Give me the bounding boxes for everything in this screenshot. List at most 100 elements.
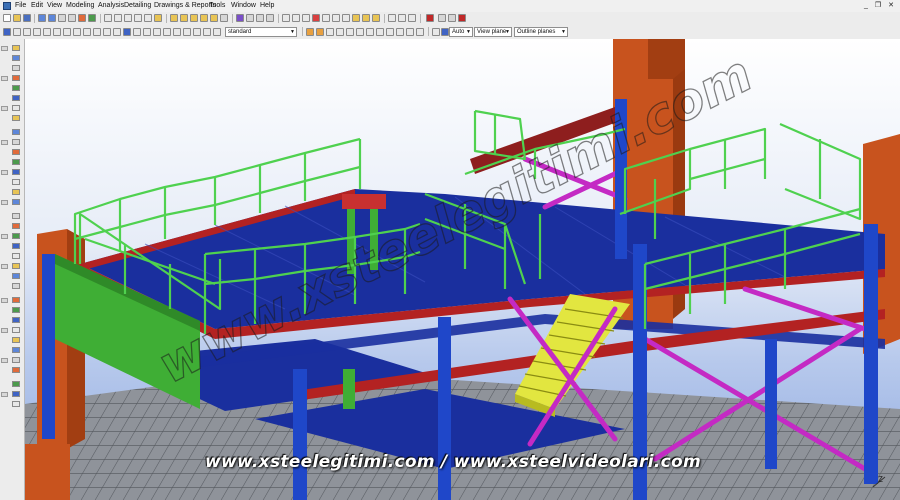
modeling-tool-icon[interactable] [12,243,20,249]
view-icon[interactable] [104,14,112,22]
delete-icon[interactable] [78,14,86,22]
snap-icon[interactable] [356,28,364,36]
minimize-icon[interactable]: _ [861,1,871,10]
modeling-tool-icon[interactable] [12,253,20,259]
modeling-tool-icon[interactable] [12,105,20,111]
modeling-tool-icon[interactable] [12,367,20,373]
snap-icon[interactable] [366,28,374,36]
select-icon[interactable] [203,28,211,36]
tool-icon[interactable] [352,14,360,22]
select-icon[interactable] [63,28,71,36]
menu-file[interactable]: File [13,0,28,12]
select-icon[interactable] [3,28,11,36]
measure-icon[interactable] [302,14,310,22]
numbering-icon[interactable] [88,14,96,22]
tool-icon[interactable] [322,14,330,22]
plane-dropdown[interactable]: View plane ▼ [474,27,512,37]
menu-window[interactable]: Window [229,0,258,12]
app-icon[interactable] [3,2,11,10]
drawing-icon[interactable] [180,14,188,22]
modeling-tool-icon[interactable] [12,223,20,229]
drawing-icon[interactable] [210,14,218,22]
modeling-tool-icon[interactable] [12,317,20,323]
tool-icon[interactable] [398,14,406,22]
modeling-tool-icon[interactable] [12,347,20,353]
modeling-tool-icon[interactable] [12,213,20,219]
select-icon[interactable] [13,28,21,36]
modeling-tool-icon[interactable] [12,115,20,121]
snap-mode-dropdown[interactable]: Auto ▼ [449,27,473,37]
modeling-tool-icon[interactable] [12,95,20,101]
measure-icon[interactable] [282,14,290,22]
select-icon[interactable] [83,28,91,36]
modeling-tool-icon[interactable] [12,149,20,155]
select-icon[interactable] [23,28,31,36]
snap-icon[interactable] [432,28,440,36]
modeling-tool-icon[interactable] [12,55,20,61]
redo-icon[interactable] [48,14,56,22]
tool-icon[interactable] [408,14,416,22]
select-icon[interactable] [193,28,201,36]
snap-icon[interactable] [396,28,404,36]
save-icon[interactable] [23,14,31,22]
cut-icon[interactable] [58,14,66,22]
snap-icon[interactable] [306,28,314,36]
snap-icon[interactable] [376,28,384,36]
modeling-tool-icon[interactable] [12,189,20,195]
tool-icon[interactable] [458,14,466,22]
tool-icon[interactable] [388,14,396,22]
tool-icon[interactable] [236,14,244,22]
tool-icon[interactable] [448,14,456,22]
select-icon[interactable] [103,28,111,36]
3d-model-view[interactable]: www.xsteelegitimi.com Z [25,39,900,500]
measure-icon[interactable] [292,14,300,22]
tool-icon[interactable] [372,14,380,22]
view-icon[interactable] [144,14,152,22]
undo-icon[interactable] [38,14,46,22]
snap-icon[interactable] [346,28,354,36]
modeling-tool-icon[interactable] [12,169,20,175]
modeling-tool-icon[interactable] [12,263,20,269]
tool-icon[interactable] [362,14,370,22]
modeling-tool-icon[interactable] [12,391,20,397]
open-icon[interactable] [13,14,21,22]
select-icon[interactable] [133,28,141,36]
select-icon[interactable] [113,28,121,36]
menu-tools[interactable]: Tools [207,0,227,12]
modeling-tool-icon[interactable] [12,401,20,407]
modeling-tool-icon[interactable] [12,327,20,333]
copy-icon[interactable] [68,14,76,22]
modeling-tool-icon[interactable] [12,337,20,343]
snap-icon[interactable] [416,28,424,36]
select-icon[interactable] [33,28,41,36]
modeling-tool-icon[interactable] [12,307,20,313]
menu-detailing[interactable]: Detailing [122,0,153,12]
modeling-tool-icon[interactable] [12,179,20,185]
modeling-tool-icon[interactable] [12,129,20,135]
select-icon[interactable] [173,28,181,36]
select-icon[interactable] [153,28,161,36]
modeling-tool-icon[interactable] [12,85,20,91]
menu-view[interactable]: View [45,0,64,12]
menu-help[interactable]: Help [258,0,276,12]
select-icon[interactable] [43,28,51,36]
selection-filter-dropdown[interactable]: standard ▼ [225,27,297,37]
modeling-tool-icon[interactable] [12,199,20,205]
model-viewport[interactable]: www.xsteelegitimi.com Z [25,39,900,500]
modeling-tool-icon[interactable] [12,159,20,165]
tool-icon[interactable] [438,14,446,22]
select-icon[interactable] [183,28,191,36]
modeling-tool-icon[interactable] [12,65,20,71]
select-icon[interactable] [53,28,61,36]
modeling-tool-icon[interactable] [12,381,20,387]
select-icon[interactable] [213,28,221,36]
tool-icon[interactable] [342,14,350,22]
select-icon[interactable] [123,28,131,36]
tool-icon[interactable] [154,14,162,22]
snap-icon[interactable] [336,28,344,36]
view-icon[interactable] [124,14,132,22]
modeling-tool-icon[interactable] [12,45,20,51]
report-icon[interactable] [220,14,228,22]
modeling-tool-icon[interactable] [12,139,20,145]
menu-edit[interactable]: Edit [29,0,45,12]
